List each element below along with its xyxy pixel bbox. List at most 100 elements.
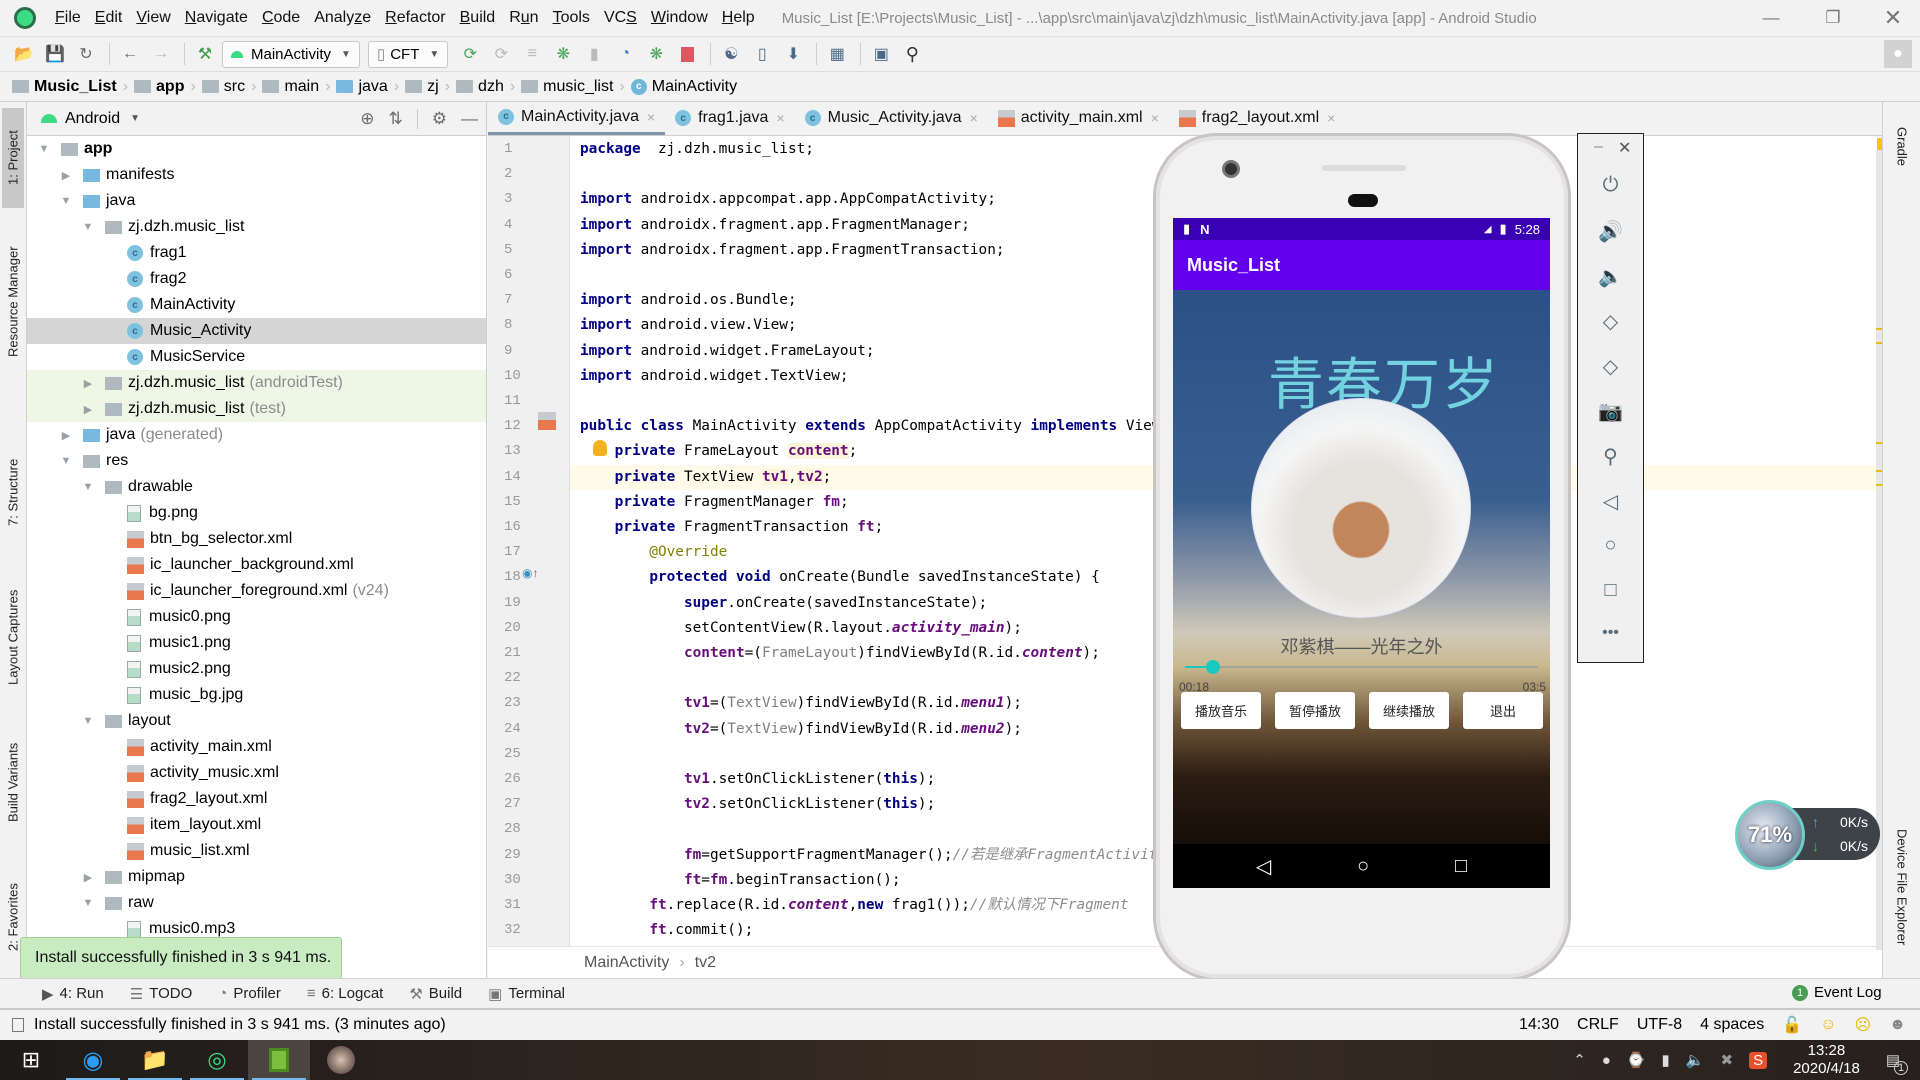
project-tree-item[interactable]: music_list.xml [27,838,486,864]
override-gutter-icon[interactable]: ◉↑ [522,566,538,580]
close-tab-icon[interactable]: × [1151,110,1159,126]
back-arrow-icon[interactable]: ← [116,40,144,68]
project-tree-item[interactable]: btn_bg_selector.xml [27,526,486,552]
project-tree-item[interactable]: c MainActivity [27,292,486,318]
apply-code-changes-icon[interactable]: ⟳ [487,40,515,68]
event-log-button[interactable]: 1 Event Log [1792,984,1882,1001]
emulator-screen[interactable]: ▮ N ◢ ▮ 5:28 Music_List 青春万岁 邓紫棋——光年之外 0… [1173,218,1550,888]
code-line[interactable]: fm=getSupportFragmentManager();//若是继承Fra… [580,843,1155,868]
menu-analyze[interactable]: Analyze [307,9,378,27]
minimize-button[interactable]: — [1748,0,1794,36]
breadcrumb-item[interactable]: app [134,78,184,96]
project-tree-item[interactable]: item_layout.xml [27,812,486,838]
editor-tab[interactable]: c Music_Activity.java × [795,101,988,135]
tool-window-gradle[interactable]: Gradle [1891,112,1913,182]
project-tree-item[interactable]: ic_launcher_foreground.xml (v24) [27,578,486,604]
stop-icon[interactable] [673,40,701,68]
gear-icon[interactable]: ⚙ [432,109,447,129]
project-tree-item[interactable]: music2.png [27,656,486,682]
run-anything-icon[interactable]: ▣ [867,40,895,68]
nav-recents-icon[interactable]: □ [1455,855,1467,878]
coverage-icon[interactable]: ▮ [580,40,608,68]
device-select[interactable]: ▯ CFT ▼ [367,40,449,68]
project-tree-item[interactable]: ic_launcher_background.xml [27,552,486,578]
project-tree-item[interactable]: ▼ res [27,448,486,474]
gradle-sync-icon[interactable]: ☯ [717,40,745,68]
code-line[interactable]: import androidx.fragment.app.FragmentMan… [580,213,970,238]
expand-arrow-icon[interactable]: ▼ [81,715,95,727]
code-line[interactable]: public class MainActivity extends AppCom… [580,414,1155,439]
project-tree-item[interactable]: music1.png [27,630,486,656]
editor-tab[interactable]: c MainActivity.java × [488,101,666,135]
network-speed-widget[interactable]: ↑ 0K/s ↓ 0K/s 71% [1735,800,1881,870]
action-center-icon[interactable]: ▤ 1 [1886,1051,1908,1075]
code-line[interactable]: import android.os.Bundle; [580,288,797,313]
code-line[interactable]: private FrameLayout content; [580,439,857,464]
taskbar-photo-app[interactable] [310,1040,372,1080]
project-tree-item[interactable]: ▼ app [27,136,486,162]
project-tree-item[interactable]: ▶ java (generated) [27,422,486,448]
chevron-down-icon[interactable]: ▼ [130,113,140,124]
breadcrumb-item[interactable]: Music_List [12,78,117,96]
notification-balloon[interactable]: Install successfully finished in 3 s 941… [20,937,342,987]
collapse-arrow-icon[interactable]: ▶ [81,403,95,416]
code-line[interactable]: tv1=(TextView)findViewById(R.id.menu1); [580,691,1022,716]
code-line[interactable]: content=(FrameLayout)findViewById(R.id.c… [580,641,1100,666]
debug-bug-icon[interactable]: ❋ [549,40,577,68]
taskbar-file-explorer[interactable]: 📁 [124,1040,186,1080]
taskbar-android-studio[interactable]: ◎ [186,1040,248,1080]
search-icon[interactable]: ⚲ [898,40,926,68]
code-line[interactable]: private FragmentTransaction ft; [580,515,884,540]
menu-file[interactable]: File [48,9,88,27]
tool-window-project[interactable]: 1: Project [2,108,24,208]
caret-position[interactable]: 14:30 [1519,1016,1559,1034]
tool-window-terminal[interactable]: ▣ Terminal [488,985,565,1003]
editor-tab[interactable]: activity_main.xml × [988,101,1169,135]
status-message[interactable]: Install successfully finished in 3 s 941… [34,1016,446,1034]
code-line[interactable]: import android.widget.TextView; [580,364,849,389]
project-tree-item[interactable]: activity_music.xml [27,760,486,786]
inspector-icon[interactable]: ☻ [1889,1016,1906,1034]
rotate-right-icon[interactable]: ◇ [1578,354,1643,379]
list-icon[interactable]: ≡ [518,40,546,68]
code-line[interactable]: tv2=(TextView)findViewById(R.id.menu2); [580,717,1022,742]
hide-panel-icon[interactable]: — [461,109,478,129]
tool-window-logcat[interactable]: ≡ 6: Logcat [307,985,383,1002]
exit-button[interactable]: 退出 [1463,692,1543,729]
close-tab-icon[interactable]: × [970,110,978,126]
resume-button[interactable]: 继续播放 [1369,692,1449,729]
battery-icon[interactable]: ▮ [1662,1051,1670,1069]
project-tree-item[interactable]: c MusicService [27,344,486,370]
sdk-manager-icon[interactable]: ⬇ [779,40,807,68]
avd-manager-icon[interactable]: ▯ [748,40,776,68]
seek-bar[interactable] [1185,660,1538,674]
forward-arrow-icon[interactable]: → [147,40,175,68]
code-line[interactable]: import android.view.View; [580,313,797,338]
start-button[interactable]: ⊞ [0,1040,62,1080]
play-music-button[interactable]: 播放音乐 [1181,692,1261,729]
close-tab-icon[interactable]: × [776,110,784,126]
breadcrumb-field[interactable]: tv2 [695,954,716,972]
breadcrumb-item[interactable]: main [262,78,319,96]
code-line[interactable]: private FragmentManager fm; [580,490,849,515]
sync-icon[interactable]: ↻ [72,40,100,68]
code-line[interactable]: setContentView(R.layout.activity_main); [580,616,1022,641]
account-avatar-icon[interactable]: ● [1884,40,1912,68]
smile-feedback-icon[interactable]: ☺ [1820,1016,1836,1034]
code-line[interactable]: ft.replace(R.id.content,new frag1());//默… [580,893,1128,918]
tool-window-device-file-explorer[interactable]: Device File Explorer [1891,802,1913,972]
menu-refactor[interactable]: Refactor [378,9,452,27]
menu-code[interactable]: Code [255,9,307,27]
volume-down-icon[interactable]: 🔈 [1578,264,1643,289]
back-icon[interactable]: ◁ [1578,489,1643,514]
tool-window-todo[interactable]: ☰ TODO [130,985,193,1003]
open-folder-icon[interactable]: 📂 [10,40,38,68]
seek-bar-thumb[interactable] [1206,660,1221,674]
code-line[interactable]: @Override [580,540,727,565]
project-tree-item[interactable]: bg.png [27,500,486,526]
breadcrumb-item[interactable]: music_list [521,78,613,96]
expand-arrow-icon[interactable]: ▼ [59,455,73,467]
apply-changes-icon[interactable]: ⟳ [456,40,484,68]
project-tree-item[interactable]: c Music_Activity [27,318,486,344]
locate-crosshair-icon[interactable]: ⊕ [360,109,374,129]
